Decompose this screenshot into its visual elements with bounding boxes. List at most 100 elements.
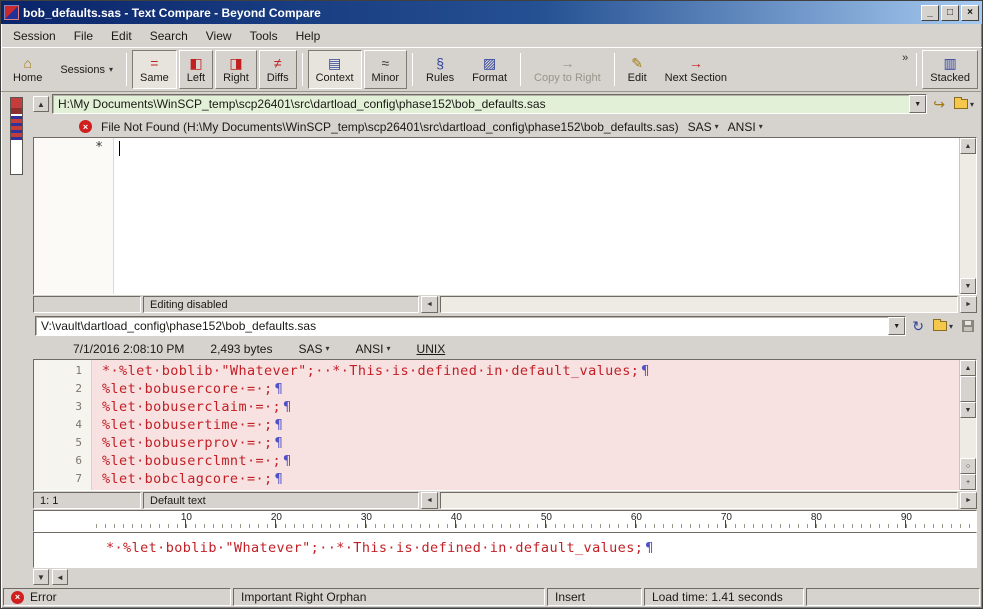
window-title: bob_defaults.sas - Text Compare - Beyond…	[23, 6, 917, 20]
show-left-button[interactable]: ◧ Left	[179, 50, 213, 89]
code-line[interactable]: %let·bobclagcore·=·;¶	[102, 470, 959, 488]
code-line[interactable]: %let·bobuserclmnt·=·;¶	[102, 452, 959, 470]
down-arrow-icon: ▼	[965, 407, 972, 414]
left-path-combo: H:\My Documents\WinSCP_temp\scp26401\src…	[52, 94, 927, 114]
left-vertical-scrollbar[interactable]: ▲ ▼	[959, 138, 976, 294]
diff-map[interactable]	[10, 97, 23, 175]
scroll-down-button[interactable]: ▼	[33, 569, 49, 585]
right-encoding-dropdown[interactable]: ANSI ▾	[356, 342, 391, 356]
scroll-left-button[interactable]: ◄	[421, 296, 438, 313]
scroll-down-button[interactable]: ▼	[960, 278, 976, 294]
line-ending-link[interactable]: UNIX	[417, 342, 446, 356]
stacked-icon: ▥	[944, 56, 957, 71]
jump-to-file-button[interactable]: ↪	[930, 94, 948, 114]
scroll-up-button[interactable]: ▲	[960, 360, 976, 376]
right-path-input[interactable]: V:\vault\dartload_config\phase152\bob_de…	[36, 319, 888, 333]
window-controls: _ □ ×	[921, 5, 979, 21]
line-number: 3	[34, 398, 82, 416]
beyond-compare-window: bob_defaults.sas - Text Compare - Beyond…	[0, 0, 983, 609]
toolbar-overflow-button[interactable]: »	[899, 50, 911, 66]
chevron-down-icon: ▾	[759, 122, 763, 131]
expand-sections-button[interactable]: +	[960, 474, 976, 490]
left-editor-pane: * ▲ ▼	[33, 137, 977, 295]
line-detail-pane[interactable]: *·%let·boblib·"Whatever";··*·This·is·def…	[33, 532, 977, 568]
minor-button[interactable]: ≈ Minor	[364, 50, 408, 89]
right-path-dropdown-button[interactable]: ▼	[888, 317, 905, 335]
left-path-input[interactable]: H:\My Documents\WinSCP_temp\scp26401\src…	[53, 97, 909, 111]
scroll-left-button[interactable]: ◄	[421, 492, 438, 509]
show-right-button[interactable]: ◨ Right	[215, 50, 257, 89]
code-line[interactable]: %let·bobusertime·=·;¶	[102, 416, 959, 434]
right-vertical-scrollbar[interactable]: ▲ ▼ ○ +	[959, 360, 976, 490]
refresh-button[interactable]: ↻	[909, 316, 927, 336]
down-arrow-icon: ▼	[965, 283, 972, 290]
menu-edit[interactable]: Edit	[103, 27, 140, 45]
app-icon[interactable]	[4, 5, 19, 20]
title-bar[interactable]: bob_defaults.sas - Text Compare - Beyond…	[1, 1, 982, 24]
horizontal-scrollbar-track[interactable]	[440, 296, 958, 313]
browse-file-button[interactable]: ▾	[930, 316, 956, 336]
menu-tools[interactable]: Tools	[242, 27, 286, 45]
next-section-button[interactable]: → Next Section	[657, 50, 735, 89]
toolbar-separator	[302, 53, 303, 86]
scroll-up-button[interactable]: ▲	[960, 138, 976, 154]
home-icon: ⌂	[23, 56, 31, 71]
code-line[interactable]: %let·bobuserclaim·=·;¶	[102, 398, 959, 416]
home-label: Home	[13, 72, 42, 84]
edit-button[interactable]: ✎ Edit	[620, 50, 655, 89]
sessions-button[interactable]: Sessions ▾	[52, 50, 121, 89]
code-line[interactable]: %let·bobuserprov·=·;¶	[102, 434, 959, 452]
rules-button[interactable]: § Rules	[418, 50, 462, 89]
left-orphans-icon: ◧	[189, 56, 202, 71]
next-section-icon: →	[689, 56, 703, 71]
left-code-area[interactable]	[114, 138, 959, 294]
scrollbar-thumb[interactable]	[960, 376, 976, 402]
menu-help[interactable]: Help	[288, 27, 329, 45]
close-button[interactable]: ×	[961, 5, 979, 21]
scroll-down-button[interactable]: ▼	[960, 402, 976, 418]
eol-mark: ¶	[281, 453, 291, 469]
menu-session[interactable]: Session	[5, 27, 64, 45]
right-format-dropdown[interactable]: SAS ▾	[298, 342, 329, 356]
right-path-combo: V:\vault\dartload_config\phase152\bob_de…	[35, 316, 906, 336]
show-same-button[interactable]: = Same	[132, 50, 177, 89]
center-current-button[interactable]: ○	[960, 458, 976, 474]
left-format-dropdown[interactable]: SAS ▾	[688, 120, 719, 134]
plus-icon: +	[966, 479, 970, 486]
maximize-button[interactable]: □	[941, 5, 959, 21]
line-number: 7	[34, 470, 82, 488]
scroll-left-button[interactable]: ◄	[52, 569, 68, 585]
left-encoding-dropdown[interactable]: ANSI ▾	[728, 120, 763, 134]
scroll-right-button[interactable]: ►	[960, 492, 977, 509]
scroll-right-button[interactable]: ►	[960, 296, 977, 313]
horizontal-scrollbar-track[interactable]	[440, 492, 958, 509]
toolbar-separator	[126, 53, 127, 86]
status-load-time-panel: Load time: 1.41 seconds	[644, 588, 804, 606]
save-button	[959, 316, 977, 336]
menu-search[interactable]: Search	[142, 27, 196, 45]
menu-file[interactable]: File	[66, 27, 101, 45]
code-line[interactable]: *·%let·boblib·"Whatever";··*·This·is·def…	[102, 362, 959, 380]
code-line[interactable]: %let·bobusercore·=·;¶	[102, 380, 959, 398]
home-button[interactable]: ⌂ Home	[5, 50, 50, 89]
right-status-text: Default text	[150, 495, 206, 507]
scroll-up-button[interactable]: ▲	[33, 96, 49, 112]
code-text: %let·bobclagcore·=·;	[102, 471, 273, 487]
browse-file-button[interactable]: ▾	[951, 94, 977, 114]
show-diffs-button[interactable]: ≠ Diffs	[259, 50, 297, 89]
minor-icon: ≈	[381, 56, 389, 71]
copy-to-right-label: Copy to Right	[534, 72, 601, 84]
format-button[interactable]: ▨ Format	[464, 50, 515, 89]
context-icon: ▤	[328, 56, 341, 71]
status-message-text: Important Right Orphan	[241, 590, 366, 604]
minor-label: Minor	[372, 72, 400, 84]
right-code-area[interactable]: *·%let·boblib·"Whatever";··*·This·is·def…	[92, 360, 959, 490]
stacked-view-button[interactable]: ▥ Stacked	[922, 50, 978, 89]
eol-mark: ¶	[281, 399, 291, 415]
code-text: %let·bobusertime·=·;	[102, 417, 273, 433]
context-button[interactable]: ▤ Context	[308, 50, 362, 89]
menu-view[interactable]: View	[198, 27, 240, 45]
minimize-button[interactable]: _	[921, 5, 939, 21]
chevron-down-icon: ▾	[970, 100, 974, 109]
left-path-dropdown-button[interactable]: ▼	[909, 95, 926, 113]
